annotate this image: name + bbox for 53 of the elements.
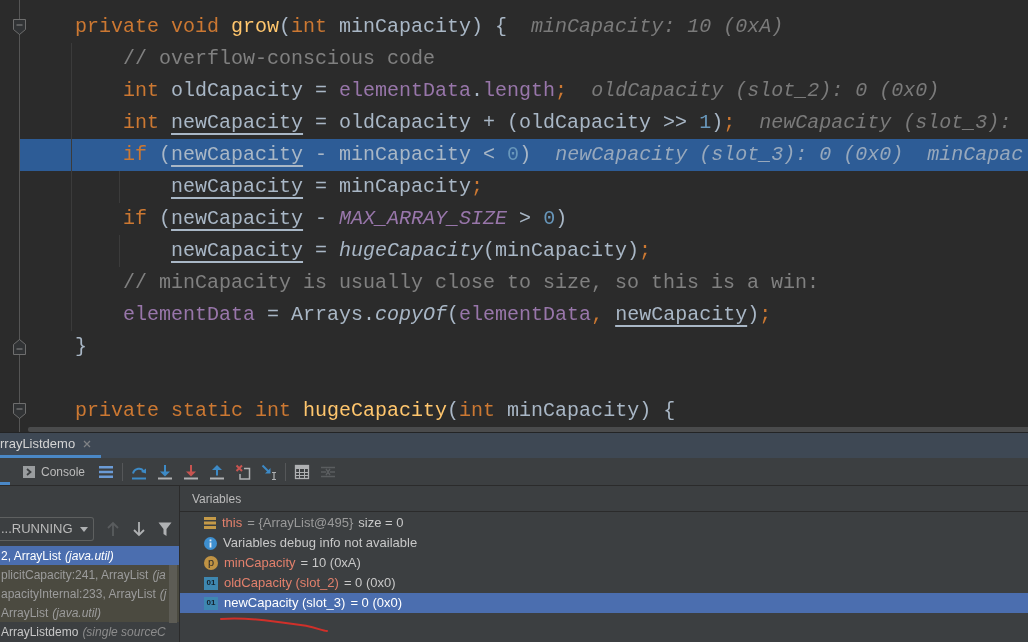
tool-window-tab[interactable]: rrayListdemo (0, 433, 102, 458)
object-icon (204, 517, 216, 529)
code-line: if (newCapacity - MAX_ARRAY_SIZE > 0) (123, 206, 568, 232)
thread-dropdown[interactable]: ...RUNNING (0, 517, 94, 541)
frame-row[interactable]: ArrayListdemo (single sourceC (0, 622, 179, 641)
inline-value-hint: newCapacity (slot_3): (759, 110, 1012, 136)
code-line: elementData = Arrays.copyOf(elementData, newCapacity); (123, 302, 772, 328)
code-line: if (newCapacity - minCapacity < 0) (123, 142, 532, 168)
code-line: int newCapacity = oldCapacity + (oldCapacity >> 1); (123, 110, 736, 136)
info-icon (204, 536, 217, 550)
panel-title: Variables (192, 490, 242, 508)
up-arrow-icon[interactable] (209, 463, 226, 480)
horizontal-scrollbar[interactable] (28, 427, 1028, 432)
tab[interactable]: Console (23, 458, 88, 485)
code-line: newCapacity = hugeCapacity(minCapacity); (171, 238, 652, 264)
parameter-icon: p (204, 556, 218, 570)
fold-icon[interactable] (13, 19, 26, 35)
down-arrow-icon[interactable] (157, 463, 174, 480)
cursor-arrow-icon[interactable] (261, 463, 278, 480)
frame-row[interactable]: ArrayList (java.util) (0, 603, 179, 622)
code-line: private static int hugeCapacity(int minCapacity) { (75, 398, 676, 424)
inline-value-hint: newCapacity (slot_3): 0 (0x0) (555, 142, 904, 168)
down-arrow-icon[interactable] (132, 521, 146, 537)
fold-icon[interactable] (13, 403, 26, 419)
close-icon[interactable] (83, 440, 92, 448)
code-line: int oldCapacity = elementData.length; (123, 78, 568, 104)
list-icon[interactable] (98, 463, 115, 480)
inline-value-hint: minCapac (927, 142, 1024, 168)
frame-row[interactable]: apacityInternal:233, ArrayList (j (0, 584, 179, 603)
fold-icon[interactable] (13, 339, 26, 355)
inline-value-hint: oldCapacity (slot_2): 0 (0x0) (591, 78, 940, 104)
caret-icon (80, 526, 88, 532)
frame-row[interactable]: plicitCapacity:241, ArrayList (ja (0, 565, 179, 584)
code-line: newCapacity = minCapacity; (171, 174, 484, 200)
down-arrow-icon[interactable] (183, 463, 200, 480)
variable-row[interactable]: 01 newCapacity (slot_3) = 0 (0x0) (180, 593, 1028, 613)
variable-row[interactable]: Variables debug info not available (180, 533, 1028, 553)
filter-icon[interactable] (158, 521, 172, 537)
inline-value-hint: minCapacity: 10 (0xA) (531, 14, 784, 40)
frame-row[interactable]: 2, ArrayList (java.util) (0, 546, 179, 565)
calculator-icon[interactable] (294, 463, 311, 480)
console-icon (23, 465, 35, 478)
variable-row[interactable]: 01 oldCapacity (slot_2) = 0 (0x0) (180, 573, 1028, 593)
cross-frame-icon[interactable] (235, 463, 252, 480)
variable-icon: 01 (204, 596, 218, 610)
code-line: } (75, 334, 87, 360)
variable-row[interactable]: p minCapacity = 10 (0xA) (180, 553, 1028, 573)
vertical-scrollbar[interactable] (169, 565, 177, 623)
code-line: private void grow(int minCapacity) { (75, 14, 508, 40)
variable-row[interactable]: this = {ArrayList@495} size = 0 (180, 513, 1028, 533)
variable-icon: 01 (204, 576, 218, 590)
code-line: // overflow-conscious code (123, 46, 436, 72)
code-line: // minCapacity is usually close to size, so this is a win: (123, 270, 820, 296)
